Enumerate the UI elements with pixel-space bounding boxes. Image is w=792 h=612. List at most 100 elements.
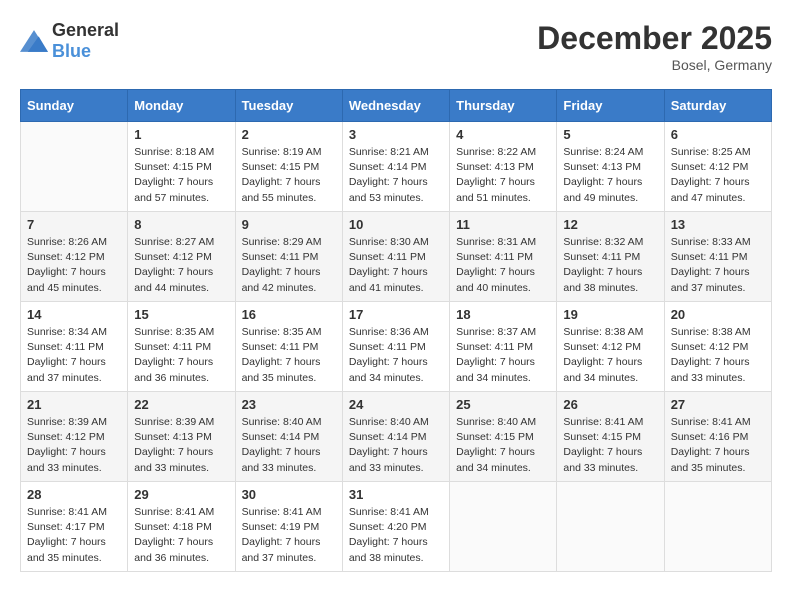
day-number: 27 — [671, 397, 765, 412]
calendar-cell: 13 Sunrise: 8:33 AMSunset: 4:11 PMDaylig… — [664, 212, 771, 302]
page-header: General Blue December 2025 Bosel, German… — [20, 20, 772, 73]
calendar-cell: 16 Sunrise: 8:35 AMSunset: 4:11 PMDaylig… — [235, 302, 342, 392]
day-info: Sunrise: 8:41 AMSunset: 4:15 PMDaylight:… — [563, 415, 657, 476]
calendar-cell: 25 Sunrise: 8:40 AMSunset: 4:15 PMDaylig… — [450, 392, 557, 482]
logo-general: General — [52, 20, 119, 40]
calendar-cell: 10 Sunrise: 8:30 AMSunset: 4:11 PMDaylig… — [342, 212, 449, 302]
day-info: Sunrise: 8:40 AMSunset: 4:14 PMDaylight:… — [242, 415, 336, 476]
day-number: 21 — [27, 397, 121, 412]
calendar-cell: 29 Sunrise: 8:41 AMSunset: 4:18 PMDaylig… — [128, 482, 235, 572]
calendar-cell: 11 Sunrise: 8:31 AMSunset: 4:11 PMDaylig… — [450, 212, 557, 302]
day-number: 17 — [349, 307, 443, 322]
calendar-week-2: 7 Sunrise: 8:26 AMSunset: 4:12 PMDayligh… — [21, 212, 772, 302]
calendar-week-1: 1 Sunrise: 8:18 AMSunset: 4:15 PMDayligh… — [21, 122, 772, 212]
day-number: 9 — [242, 217, 336, 232]
calendar-header-row: SundayMondayTuesdayWednesdayThursdayFrid… — [21, 90, 772, 122]
calendar-cell: 30 Sunrise: 8:41 AMSunset: 4:19 PMDaylig… — [235, 482, 342, 572]
day-number: 7 — [27, 217, 121, 232]
calendar-cell — [664, 482, 771, 572]
location: Bosel, Germany — [537, 57, 772, 73]
day-number: 29 — [134, 487, 228, 502]
day-number: 5 — [563, 127, 657, 142]
day-number: 23 — [242, 397, 336, 412]
day-number: 3 — [349, 127, 443, 142]
calendar-cell: 18 Sunrise: 8:37 AMSunset: 4:11 PMDaylig… — [450, 302, 557, 392]
calendar-dow-friday: Friday — [557, 90, 664, 122]
day-info: Sunrise: 8:41 AMSunset: 4:20 PMDaylight:… — [349, 505, 443, 566]
day-info: Sunrise: 8:41 AMSunset: 4:18 PMDaylight:… — [134, 505, 228, 566]
calendar-cell: 26 Sunrise: 8:41 AMSunset: 4:15 PMDaylig… — [557, 392, 664, 482]
logo: General Blue — [20, 20, 119, 62]
day-number: 22 — [134, 397, 228, 412]
day-info: Sunrise: 8:32 AMSunset: 4:11 PMDaylight:… — [563, 235, 657, 296]
day-info: Sunrise: 8:41 AMSunset: 4:17 PMDaylight:… — [27, 505, 121, 566]
day-info: Sunrise: 8:38 AMSunset: 4:12 PMDaylight:… — [563, 325, 657, 386]
calendar-week-3: 14 Sunrise: 8:34 AMSunset: 4:11 PMDaylig… — [21, 302, 772, 392]
day-info: Sunrise: 8:18 AMSunset: 4:15 PMDaylight:… — [134, 145, 228, 206]
calendar-cell — [450, 482, 557, 572]
calendar-cell: 28 Sunrise: 8:41 AMSunset: 4:17 PMDaylig… — [21, 482, 128, 572]
calendar-cell: 8 Sunrise: 8:27 AMSunset: 4:12 PMDayligh… — [128, 212, 235, 302]
calendar-cell: 17 Sunrise: 8:36 AMSunset: 4:11 PMDaylig… — [342, 302, 449, 392]
day-info: Sunrise: 8:24 AMSunset: 4:13 PMDaylight:… — [563, 145, 657, 206]
calendar-cell: 23 Sunrise: 8:40 AMSunset: 4:14 PMDaylig… — [235, 392, 342, 482]
day-number: 28 — [27, 487, 121, 502]
day-info: Sunrise: 8:35 AMSunset: 4:11 PMDaylight:… — [242, 325, 336, 386]
day-number: 18 — [456, 307, 550, 322]
calendar-table: SundayMondayTuesdayWednesdayThursdayFrid… — [20, 89, 772, 572]
calendar-cell: 14 Sunrise: 8:34 AMSunset: 4:11 PMDaylig… — [21, 302, 128, 392]
day-number: 31 — [349, 487, 443, 502]
calendar-week-4: 21 Sunrise: 8:39 AMSunset: 4:12 PMDaylig… — [21, 392, 772, 482]
day-info: Sunrise: 8:25 AMSunset: 4:12 PMDaylight:… — [671, 145, 765, 206]
calendar-cell: 12 Sunrise: 8:32 AMSunset: 4:11 PMDaylig… — [557, 212, 664, 302]
day-number: 19 — [563, 307, 657, 322]
calendar-dow-saturday: Saturday — [664, 90, 771, 122]
day-number: 30 — [242, 487, 336, 502]
day-number: 2 — [242, 127, 336, 142]
day-info: Sunrise: 8:38 AMSunset: 4:12 PMDaylight:… — [671, 325, 765, 386]
calendar-dow-thursday: Thursday — [450, 90, 557, 122]
day-number: 1 — [134, 127, 228, 142]
calendar-cell: 20 Sunrise: 8:38 AMSunset: 4:12 PMDaylig… — [664, 302, 771, 392]
calendar-dow-sunday: Sunday — [21, 90, 128, 122]
day-info: Sunrise: 8:19 AMSunset: 4:15 PMDaylight:… — [242, 145, 336, 206]
day-info: Sunrise: 8:33 AMSunset: 4:11 PMDaylight:… — [671, 235, 765, 296]
calendar-dow-wednesday: Wednesday — [342, 90, 449, 122]
calendar-cell: 2 Sunrise: 8:19 AMSunset: 4:15 PMDayligh… — [235, 122, 342, 212]
calendar-cell: 19 Sunrise: 8:38 AMSunset: 4:12 PMDaylig… — [557, 302, 664, 392]
day-info: Sunrise: 8:40 AMSunset: 4:15 PMDaylight:… — [456, 415, 550, 476]
day-number: 11 — [456, 217, 550, 232]
calendar-cell: 3 Sunrise: 8:21 AMSunset: 4:14 PMDayligh… — [342, 122, 449, 212]
calendar-cell: 24 Sunrise: 8:40 AMSunset: 4:14 PMDaylig… — [342, 392, 449, 482]
calendar-week-5: 28 Sunrise: 8:41 AMSunset: 4:17 PMDaylig… — [21, 482, 772, 572]
day-number: 16 — [242, 307, 336, 322]
calendar-cell: 4 Sunrise: 8:22 AMSunset: 4:13 PMDayligh… — [450, 122, 557, 212]
day-number: 25 — [456, 397, 550, 412]
day-info: Sunrise: 8:27 AMSunset: 4:12 PMDaylight:… — [134, 235, 228, 296]
day-info: Sunrise: 8:29 AMSunset: 4:11 PMDaylight:… — [242, 235, 336, 296]
day-info: Sunrise: 8:22 AMSunset: 4:13 PMDaylight:… — [456, 145, 550, 206]
calendar-cell: 1 Sunrise: 8:18 AMSunset: 4:15 PMDayligh… — [128, 122, 235, 212]
day-number: 8 — [134, 217, 228, 232]
calendar-cell — [21, 122, 128, 212]
calendar-cell: 5 Sunrise: 8:24 AMSunset: 4:13 PMDayligh… — [557, 122, 664, 212]
logo-text: General Blue — [52, 20, 119, 62]
day-info: Sunrise: 8:40 AMSunset: 4:14 PMDaylight:… — [349, 415, 443, 476]
day-info: Sunrise: 8:41 AMSunset: 4:19 PMDaylight:… — [242, 505, 336, 566]
day-number: 14 — [27, 307, 121, 322]
calendar-cell: 21 Sunrise: 8:39 AMSunset: 4:12 PMDaylig… — [21, 392, 128, 482]
day-info: Sunrise: 8:26 AMSunset: 4:12 PMDaylight:… — [27, 235, 121, 296]
logo-blue: Blue — [52, 41, 91, 61]
day-number: 10 — [349, 217, 443, 232]
day-info: Sunrise: 8:21 AMSunset: 4:14 PMDaylight:… — [349, 145, 443, 206]
calendar-cell — [557, 482, 664, 572]
day-info: Sunrise: 8:39 AMSunset: 4:13 PMDaylight:… — [134, 415, 228, 476]
day-info: Sunrise: 8:31 AMSunset: 4:11 PMDaylight:… — [456, 235, 550, 296]
day-info: Sunrise: 8:35 AMSunset: 4:11 PMDaylight:… — [134, 325, 228, 386]
day-number: 26 — [563, 397, 657, 412]
day-info: Sunrise: 8:39 AMSunset: 4:12 PMDaylight:… — [27, 415, 121, 476]
calendar-cell: 15 Sunrise: 8:35 AMSunset: 4:11 PMDaylig… — [128, 302, 235, 392]
day-info: Sunrise: 8:41 AMSunset: 4:16 PMDaylight:… — [671, 415, 765, 476]
day-number: 12 — [563, 217, 657, 232]
logo-icon — [20, 30, 48, 52]
